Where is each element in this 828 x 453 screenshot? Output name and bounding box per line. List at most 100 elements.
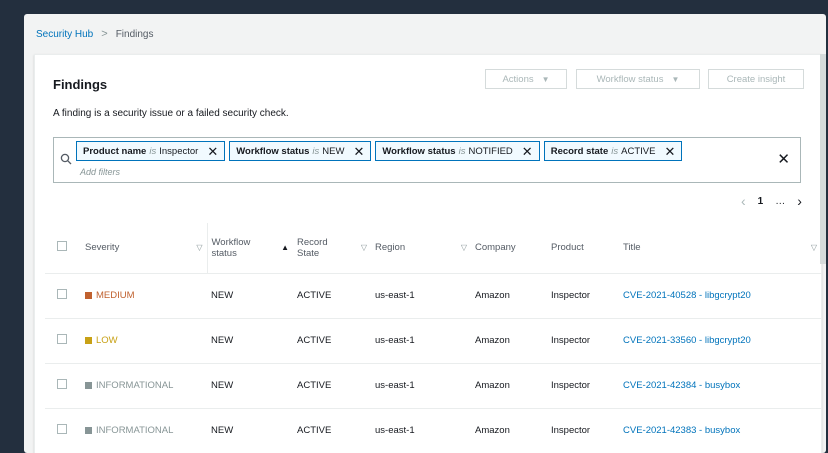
- console-frame: Security Hub > Findings Findings A findi…: [24, 14, 826, 453]
- severity-square-icon: [85, 292, 92, 299]
- clear-filters-icon[interactable]: ✕: [777, 150, 790, 168]
- filter-tokens: Product name is Inspector ✕ Workflow sta…: [76, 141, 683, 161]
- caret-down-icon: ▼: [541, 74, 550, 84]
- record-state-cell: ACTIVE: [293, 363, 371, 409]
- filter-token-value: NEW: [322, 145, 345, 157]
- workflow-status-cell: NEW: [207, 318, 293, 364]
- company-cell: Amazon: [471, 273, 547, 319]
- filter-token-record-state[interactable]: Record state is ACTIVE ✕: [543, 141, 683, 161]
- add-filters-input[interactable]: Add filters: [80, 167, 120, 177]
- findings-table: Severity ▽ Workflow status ▲ Record State ▽: [45, 223, 821, 453]
- severity-cell: INFORMATIONAL: [81, 408, 207, 453]
- column-header-record-state[interactable]: Record State ▽: [293, 223, 371, 274]
- sort-icon[interactable]: ▽: [196, 243, 202, 252]
- row-checkbox[interactable]: [57, 334, 67, 344]
- column-header-label: Region: [375, 242, 406, 254]
- column-header-label: Company: [475, 242, 516, 254]
- product-cell: Inspector: [547, 318, 619, 364]
- filter-token-workflow-new[interactable]: Workflow status is NEW ✕: [229, 141, 372, 161]
- workflow-status-cell: NEW: [207, 363, 293, 409]
- finding-title-link[interactable]: CVE-2021-33560 - libgcrypt20: [623, 335, 751, 346]
- column-header-title[interactable]: Title ▽: [619, 223, 821, 274]
- severity-cell: LOW: [81, 318, 207, 364]
- row-checkbox[interactable]: [57, 379, 67, 389]
- header-line: State: [297, 247, 320, 259]
- severity-label: INFORMATIONAL: [96, 425, 174, 436]
- table-row[interactable]: MEDIUM NEW ACTIVE us-east-1 Amazon Inspe…: [45, 273, 821, 319]
- vertical-scrollbar[interactable]: [820, 54, 826, 264]
- sort-ascending-icon[interactable]: ▲: [281, 243, 289, 252]
- filter-token-operator: is: [312, 145, 320, 157]
- remove-filter-icon[interactable]: ✕: [664, 145, 675, 158]
- remove-filter-icon[interactable]: ✕: [522, 145, 533, 158]
- page-ellipsis: …: [775, 195, 786, 207]
- pagination: ‹ 1 … ›: [741, 193, 821, 209]
- product-cell: Inspector: [547, 363, 619, 409]
- filter-token-product-name[interactable]: Product name is Inspector ✕: [76, 141, 226, 161]
- workflow-status-cell: NEW: [207, 408, 293, 453]
- remove-filter-icon[interactable]: ✕: [207, 145, 218, 158]
- sort-icon[interactable]: ▽: [461, 243, 467, 252]
- page-description: A finding is a security issue or a faile…: [53, 108, 289, 119]
- row-select-cell: [45, 408, 81, 453]
- finding-title-link[interactable]: CVE-2021-42383 - busybox: [623, 425, 740, 436]
- row-select-cell: [45, 363, 81, 409]
- table-row[interactable]: INFORMATIONAL NEW ACTIVE us-east-1 Amazo…: [45, 408, 821, 453]
- severity-label: INFORMATIONAL: [96, 380, 174, 391]
- workflow-status-button[interactable]: Workflow status ▼: [576, 69, 700, 89]
- row-checkbox[interactable]: [57, 424, 67, 434]
- column-header-label: Title: [623, 242, 641, 254]
- column-header-workflow-status[interactable]: Workflow status ▲: [206, 223, 293, 274]
- severity-cell: INFORMATIONAL: [81, 363, 207, 409]
- finding-title-link[interactable]: CVE-2021-42384 - busybox: [623, 380, 740, 391]
- breadcrumb-security-hub-link[interactable]: Security Hub: [36, 29, 93, 40]
- next-page-icon[interactable]: ›: [797, 193, 802, 209]
- previous-page-icon[interactable]: ‹: [741, 193, 746, 209]
- severity-square-icon: [85, 337, 92, 344]
- column-header-product[interactable]: Product: [547, 223, 619, 274]
- current-page-number[interactable]: 1: [758, 196, 764, 207]
- column-header-severity[interactable]: Severity ▽: [81, 223, 207, 274]
- title-cell: CVE-2021-42384 - busybox: [619, 363, 821, 409]
- column-header-label: Record State: [297, 237, 328, 259]
- filter-token-value: NOTIFIED: [468, 145, 513, 157]
- breadcrumb-current: Findings: [115, 28, 154, 40]
- select-all-cell: [45, 223, 81, 274]
- create-insight-button[interactable]: Create insight: [708, 69, 804, 89]
- header-line: status: [211, 247, 237, 259]
- filter-bar[interactable]: Product name is Inspector ✕ Workflow sta…: [53, 137, 801, 183]
- filter-token-operator: is: [458, 145, 466, 157]
- company-cell: Amazon: [471, 318, 547, 364]
- severity-cell: MEDIUM: [81, 273, 207, 319]
- select-all-checkbox[interactable]: [57, 241, 67, 252]
- severity-square-icon: [85, 382, 92, 389]
- title-cell: CVE-2021-42383 - busybox: [619, 408, 821, 453]
- sort-icon[interactable]: ▽: [361, 243, 367, 252]
- filter-token-workflow-notified[interactable]: Workflow status is NOTIFIED ✕: [375, 141, 540, 161]
- record-state-cell: ACTIVE: [293, 408, 371, 453]
- remove-filter-icon[interactable]: ✕: [353, 145, 364, 158]
- row-checkbox[interactable]: [57, 289, 67, 299]
- finding-title-link[interactable]: CVE-2021-40528 - libgcrypt20: [623, 290, 751, 301]
- filter-token-key: Record state: [550, 145, 609, 157]
- title-cell: CVE-2021-40528 - libgcrypt20: [619, 273, 821, 319]
- column-header-label: Severity: [85, 242, 120, 254]
- table-row[interactable]: INFORMATIONAL NEW ACTIVE us-east-1 Amazo…: [45, 363, 821, 409]
- findings-panel: Findings A finding is a security issue o…: [34, 54, 822, 453]
- page-title: Findings: [53, 77, 108, 92]
- filter-token-key: Product name: [83, 145, 147, 157]
- table-row[interactable]: LOW NEW ACTIVE us-east-1 Amazon Inspecto…: [45, 318, 821, 364]
- region-cell: us-east-1: [371, 273, 471, 319]
- column-header-company[interactable]: Company: [471, 223, 547, 274]
- title-cell: CVE-2021-33560 - libgcrypt20: [619, 318, 821, 364]
- create-insight-button-label: Create insight: [726, 73, 786, 85]
- filter-token-value: ACTIVE: [621, 145, 656, 157]
- column-header-region[interactable]: Region ▽: [371, 223, 471, 274]
- filter-token-key: Workflow status: [236, 145, 310, 157]
- actions-button[interactable]: Actions ▼: [485, 69, 567, 89]
- severity-square-icon: [85, 427, 92, 434]
- region-cell: us-east-1: [371, 408, 471, 453]
- filter-token-operator: is: [149, 145, 157, 157]
- breadcrumb: Security Hub > Findings: [36, 28, 154, 40]
- sort-icon[interactable]: ▽: [811, 243, 817, 252]
